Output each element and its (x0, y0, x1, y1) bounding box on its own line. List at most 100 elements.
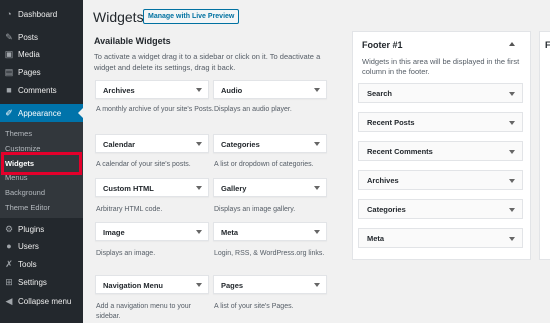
collapse-caret-icon[interactable] (509, 42, 515, 46)
expand-arrow-icon[interactable] (196, 283, 202, 287)
expand-arrow-icon[interactable] (196, 142, 202, 146)
expand-arrow-icon[interactable] (196, 230, 202, 234)
menu-comments-label: Comments (18, 85, 57, 95)
widget-description: A calendar of your site's posts. (96, 161, 191, 168)
footer-2-sidebar[interactable]: Fo (539, 31, 550, 260)
active-indicator (78, 108, 83, 118)
widget-archives[interactable]: Archives (95, 80, 209, 99)
menu-comments[interactable]: ■ Comments (0, 81, 83, 99)
collapse-menu-label: Collapse menu (18, 296, 72, 306)
widget-description: Arbitrary HTML code. (96, 206, 163, 213)
footer-2-title: Fo (545, 40, 550, 50)
widget-title: Archives (367, 176, 399, 185)
widget-title: Gallery (221, 184, 247, 193)
submenu-theme-editor[interactable]: Theme Editor (5, 201, 50, 214)
widget-description: Displays an image gallery. (214, 206, 296, 213)
footer-description: Widgets in this area will be displayed i… (362, 57, 520, 76)
admin-sidebar: ◔ Dashboard ✎ Posts ▣ Media ▤ Pages ■ Co… (0, 0, 83, 323)
widget-title: Image (103, 228, 125, 237)
footer-widget-archives[interactable]: Archives (358, 170, 523, 190)
comments-icon: ■ (6, 84, 12, 95)
widget-navigation-menu[interactable]: Navigation Menu (95, 275, 209, 294)
widget-description: Displays an image. (96, 250, 156, 257)
menu-settings-label: Settings (18, 277, 47, 287)
users-icon: ● (6, 240, 12, 251)
menu-users[interactable]: ● Users (0, 237, 83, 255)
widget-description: A list of your site's Pages. (214, 303, 294, 310)
dashboard-icon: ◔ (6, 8, 12, 19)
media-icon: ▣ (4, 48, 14, 59)
menu-plugins-label: Plugins (18, 224, 45, 234)
widget-pages[interactable]: Pages (213, 275, 327, 294)
menu-dashboard[interactable]: ◔ Dashboard (0, 5, 83, 23)
submenu-themes[interactable]: Themes (5, 127, 32, 140)
menu-tools[interactable]: ✗ Tools (0, 255, 83, 273)
expand-arrow-icon[interactable] (314, 186, 320, 190)
menu-media-label: Media (18, 49, 40, 59)
menu-dashboard-label: Dashboard (18, 9, 58, 19)
expand-arrow-icon[interactable] (314, 88, 320, 92)
menu-posts-label: Posts (18, 32, 39, 42)
widgets-highlight (1, 152, 82, 175)
widget-description: A list or dropdown of categories. (214, 161, 314, 168)
expand-arrow-icon[interactable] (509, 179, 515, 183)
submenu-background[interactable]: Background (5, 186, 45, 199)
plugin-icon: ⚙ (4, 223, 14, 234)
widget-title: Audio (221, 86, 243, 95)
expand-arrow-icon[interactable] (196, 186, 202, 190)
widget-title: Meta (221, 228, 239, 237)
footer-widget-recent-comments[interactable]: Recent Comments (358, 141, 523, 161)
widget-custom-html[interactable]: Custom HTML (95, 178, 209, 197)
menu-pages[interactable]: ▤ Pages (0, 63, 83, 81)
widget-categories[interactable]: Categories (213, 134, 327, 153)
widget-title: Categories (221, 140, 260, 149)
widget-title: Meta (367, 234, 385, 243)
menu-appearance[interactable]: ✐ Appearance (0, 104, 83, 122)
footer-widget-search[interactable]: Search (358, 83, 523, 103)
widget-title: Categories (367, 205, 406, 214)
widget-image[interactable]: Image (95, 222, 209, 241)
expand-arrow-icon[interactable] (196, 88, 202, 92)
menu-users-label: Users (18, 241, 39, 251)
pin-icon: ✎ (5, 31, 13, 42)
widget-description: A monthly archive of your site's Posts. (96, 106, 214, 113)
collapse-menu[interactable]: ◀ Collapse menu (0, 292, 83, 310)
menu-appearance-label: Appearance (18, 108, 62, 118)
widget-title: Custom HTML (103, 184, 154, 193)
widget-title: Recent Comments (367, 147, 433, 156)
collapse-icon: ◀ (5, 295, 13, 306)
widget-calendar[interactable]: Calendar (95, 134, 209, 153)
footer-widget-categories[interactable]: Categories (358, 199, 523, 219)
expand-arrow-icon[interactable] (314, 283, 320, 287)
widget-title: Calendar (103, 140, 136, 149)
expand-arrow-icon[interactable] (314, 230, 320, 234)
widget-gallery[interactable]: Gallery (213, 178, 327, 197)
widget-title: Pages (221, 281, 244, 290)
menu-posts[interactable]: ✎ Posts (0, 28, 83, 46)
widget-title: Recent Posts (367, 118, 415, 127)
brush-icon: ✐ (5, 107, 13, 118)
menu-plugins[interactable]: ⚙ Plugins (0, 220, 83, 238)
widget-description: Displays an audio player. (214, 106, 292, 113)
expand-arrow-icon[interactable] (509, 150, 515, 154)
page-title: Widgets (93, 9, 144, 25)
expand-arrow-icon[interactable] (314, 142, 320, 146)
settings-icon: ⊞ (5, 276, 13, 287)
footer-widget-meta[interactable]: Meta (358, 228, 523, 248)
expand-arrow-icon[interactable] (509, 237, 515, 241)
menu-pages-label: Pages (18, 67, 41, 77)
widget-title: Search (367, 89, 393, 98)
expand-arrow-icon[interactable] (509, 208, 515, 212)
widget-audio[interactable]: Audio (213, 80, 327, 99)
widget-description: Add a navigation menu to your sidebar. (96, 303, 191, 320)
expand-arrow-icon[interactable] (509, 92, 515, 96)
expand-arrow-icon[interactable] (509, 121, 515, 125)
live-preview-button[interactable]: Manage with Live Preview (143, 9, 240, 24)
widget-meta[interactable]: Meta (213, 222, 327, 241)
menu-settings[interactable]: ⊞ Settings (0, 273, 83, 291)
widget-title: Archives (103, 86, 135, 95)
footer-widget-recent-posts[interactable]: Recent Posts (358, 112, 523, 132)
menu-media[interactable]: ▣ Media (0, 45, 83, 63)
widget-description: Login, RSS, & WordPress.org links. (214, 250, 325, 257)
wrench-icon: ✗ (5, 258, 13, 269)
